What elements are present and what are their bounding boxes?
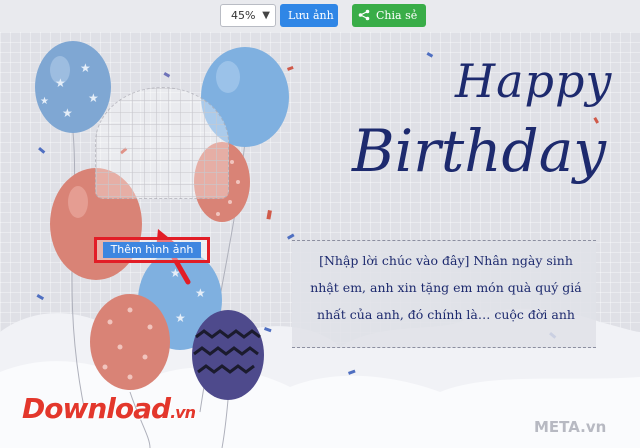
- download-watermark-suffix: .vn: [170, 403, 196, 422]
- share-button[interactable]: Chia sẻ: [352, 4, 426, 27]
- zoom-select[interactable]: 45% ▼: [220, 4, 276, 27]
- balloon-red-bottom: [90, 294, 170, 390]
- card-title-birthday: Birthday: [352, 117, 607, 185]
- svg-text:★: ★: [195, 286, 206, 300]
- balloon-blue-stars: ★ ★ ★ ★ ★: [35, 41, 111, 133]
- share-icon: [358, 9, 370, 21]
- save-image-button[interactable]: Lưu ảnh: [280, 4, 338, 27]
- message-text: [Nhập lời chúc vào đây] Nhân ngày sinh n…: [310, 253, 582, 322]
- zoom-value: 45%: [231, 9, 256, 22]
- chevron-down-icon: ▼: [262, 10, 270, 21]
- card-canvas: ★ ★ ★ ★ ★ ★ ★ ★ ★: [0, 32, 640, 448]
- download-watermark: Download.vn: [22, 392, 196, 425]
- card-title-happy: Happy: [455, 54, 613, 108]
- editor-toolbar: 45% ▼ Lưu ảnh Chia sẻ: [0, 0, 640, 32]
- svg-text:★: ★: [62, 106, 73, 120]
- svg-text:★: ★: [80, 61, 91, 75]
- download-watermark-text: Download: [22, 392, 171, 425]
- photo-placeholder-frame[interactable]: [95, 87, 229, 199]
- svg-text:★: ★: [88, 91, 99, 105]
- message-text-box[interactable]: [Nhập lời chúc vào đây] Nhân ngày sinh n…: [292, 240, 596, 348]
- svg-text:★: ★: [40, 96, 49, 107]
- add-image-button[interactable]: Thêm hình ảnh: [103, 242, 201, 258]
- balloon-purple-zigzag: [192, 310, 264, 400]
- meta-watermark: META.vn: [534, 418, 607, 436]
- svg-text:★: ★: [55, 76, 66, 90]
- save-image-label: Lưu ảnh: [288, 9, 334, 22]
- share-label: Chia sẻ: [376, 9, 418, 22]
- add-image-button-highlight[interactable]: Thêm hình ảnh: [94, 237, 210, 263]
- svg-text:★: ★: [175, 311, 186, 325]
